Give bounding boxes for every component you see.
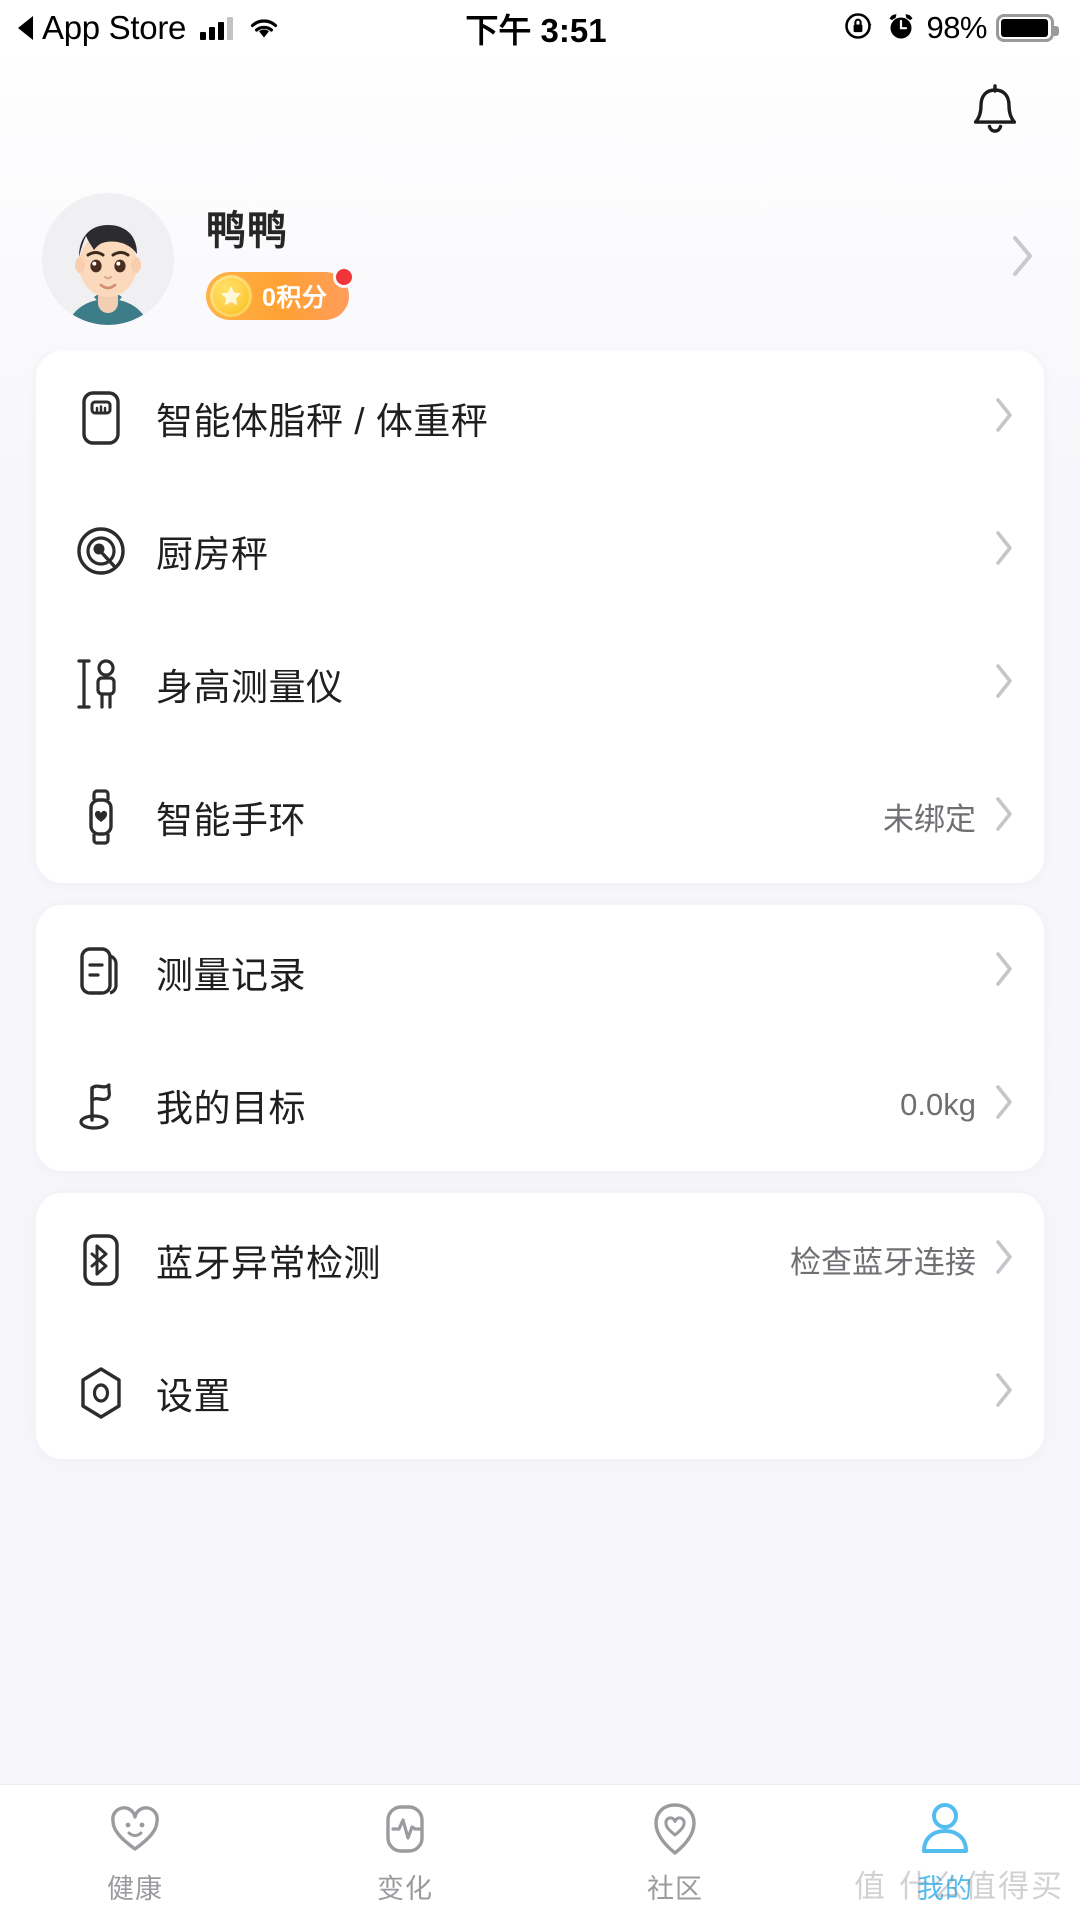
height-meter-icon: [68, 655, 134, 713]
tab-label: 我的: [917, 1874, 973, 1904]
points-badge[interactable]: 0积分: [206, 265, 356, 320]
menu-value: 未绑定: [883, 802, 976, 837]
alarm-clock-icon: [885, 10, 917, 47]
status-back-label[interactable]: App Store: [42, 9, 186, 47]
chevron-right-icon: [994, 1372, 1014, 1413]
menu-row-settings[interactable]: 设置: [36, 1326, 1044, 1459]
menu-row-bluetooth-check[interactable]: 蓝牙异常检测 检查蓝牙连接: [36, 1193, 1044, 1326]
menu-value: 检查蓝牙连接: [790, 1245, 976, 1280]
system-card: 蓝牙异常检测 检查蓝牙连接 设置: [36, 1193, 1044, 1459]
menu-label: 蓝牙异常检测: [156, 1242, 381, 1284]
header-bar: [0, 56, 1080, 166]
tab-community[interactable]: 社区: [540, 1785, 810, 1920]
chevron-right-icon: [1010, 234, 1036, 283]
menu-row-my-goal[interactable]: 我的目标 0.0kg: [36, 1038, 1044, 1171]
bell-icon[interactable]: [960, 76, 1030, 146]
measurement-record-icon: [68, 943, 134, 1001]
tab-label: 健康: [107, 1874, 163, 1904]
menu-label: 测量记录: [156, 954, 306, 996]
community-heart-icon: [649, 1799, 701, 1859]
tab-label: 变化: [377, 1874, 433, 1904]
chevron-right-icon: [994, 663, 1014, 704]
menu-row-body-fat-scale[interactable]: 智能体脂秤 / 体重秤: [36, 351, 1044, 484]
heart-smile-icon: [108, 1799, 162, 1859]
menu-row-kitchen-scale[interactable]: 厨房秤: [36, 484, 1044, 617]
battery-icon: [996, 14, 1059, 42]
status-bar-left: App Store: [18, 9, 465, 47]
smart-band-icon: [68, 787, 134, 847]
body-fat-scale-icon: [68, 389, 134, 447]
menu-row-measurement-record[interactable]: 测量记录: [36, 905, 1044, 1038]
star-coin-icon: [210, 274, 252, 317]
profile-info: 鸭鸭 0积分: [206, 198, 1010, 320]
battery-percent-label: 98%: [926, 10, 987, 45]
menu-label: 我的目标: [156, 1087, 306, 1129]
status-bar-time: 下午 3:51: [465, 12, 607, 49]
menu-label: 厨房秤: [156, 533, 269, 575]
status-bar: App Store 下午 3:51 98%: [0, 0, 1080, 56]
watch-pulse-icon: [380, 1799, 430, 1859]
points-label: 0积分: [262, 283, 328, 312]
status-bar-right: 98%: [607, 9, 1059, 48]
tab-label: 社区: [647, 1874, 703, 1904]
bluetooth-icon: [68, 1231, 134, 1289]
profile-name: 鸭鸭: [206, 208, 288, 253]
wifi-icon: [248, 16, 280, 40]
cellular-signal-icon: [200, 16, 234, 40]
profile-header[interactable]: 鸭鸭 0积分: [0, 166, 1080, 351]
chevron-right-icon: [994, 397, 1014, 438]
devices-card: 智能体脂秤 / 体重秤 厨房秤 身高测量仪 智能手环 未绑定: [36, 351, 1044, 883]
menu-label: 设置: [156, 1375, 231, 1417]
menu-label: 智能体脂秤 / 体重秤: [156, 400, 489, 442]
chevron-right-icon: [994, 1239, 1014, 1280]
app-screen: App Store 下午 3:51 98% 鸭鸭 0积分 智能体脂秤 / 体重秤…: [0, 0, 1080, 1920]
records-card: 测量记录 我的目标 0.0kg: [36, 905, 1044, 1171]
kitchen-scale-icon: [68, 523, 134, 579]
tab-changes[interactable]: 变化: [270, 1785, 540, 1920]
settings-gear-icon: [68, 1364, 134, 1422]
menu-row-smart-band[interactable]: 智能手环 未绑定: [36, 750, 1044, 883]
menu-cards: 智能体脂秤 / 体重秤 厨房秤 身高测量仪 智能手环 未绑定 测量记录 我的目标…: [0, 351, 1080, 1784]
chevron-right-icon: [994, 1084, 1014, 1125]
menu-row-height-meter[interactable]: 身高测量仪: [36, 617, 1044, 750]
bottom-tab-bar: 健康 变化 社区 我的: [0, 1784, 1080, 1920]
menu-value: 0.0kg: [900, 1086, 976, 1122]
user-avatar[interactable]: [42, 192, 174, 325]
goal-flag-icon: [68, 1076, 134, 1134]
back-triangle-icon[interactable]: [18, 16, 33, 40]
chevron-right-icon: [994, 796, 1014, 837]
rotation-lock-icon: [842, 9, 876, 48]
tab-mine[interactable]: 我的: [810, 1785, 1080, 1920]
menu-label: 身高测量仪: [156, 666, 344, 708]
person-icon: [918, 1799, 972, 1859]
menu-label: 智能手环: [156, 799, 306, 841]
red-dot-badge: [333, 265, 356, 288]
chevron-right-icon: [994, 530, 1014, 571]
tab-health[interactable]: 健康: [0, 1785, 270, 1920]
chevron-right-icon: [994, 951, 1014, 992]
